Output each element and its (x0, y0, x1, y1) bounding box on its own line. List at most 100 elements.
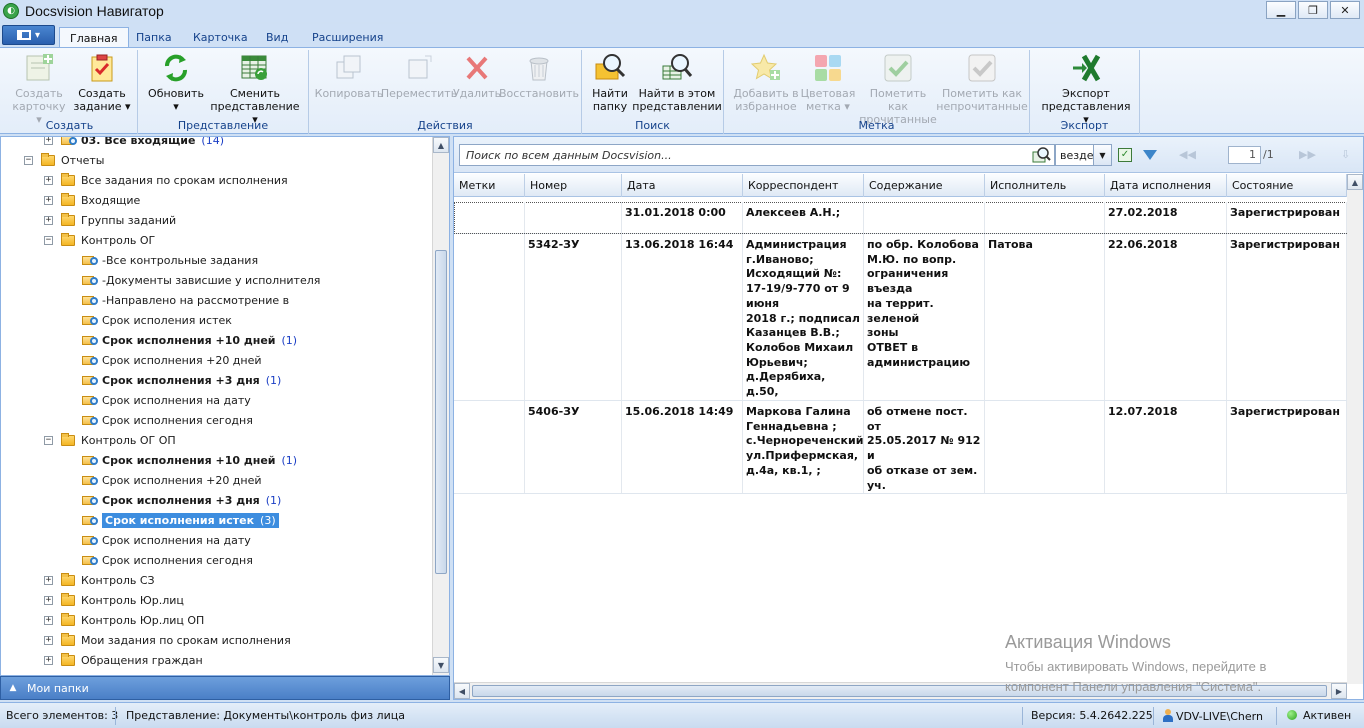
tree-item[interactable]: − Отчеты (24, 151, 104, 169)
expand-icon[interactable]: + (44, 655, 53, 665)
tree-item[interactable]: Срок исполнения истек (3) (82, 511, 279, 529)
move-button[interactable]: Переместить (381, 52, 457, 100)
close-button[interactable]: ✕ (1330, 1, 1360, 19)
apply-filter-icon[interactable]: ✓ (1118, 148, 1132, 162)
copy-button[interactable]: Копировать (315, 52, 383, 100)
tab-extensions[interactable]: Расширения (302, 27, 393, 48)
search-icon[interactable] (1032, 146, 1051, 164)
add-favorite-button[interactable]: Добавить в избранное (732, 52, 800, 113)
tree-item[interactable]: Срок исполнения +3 дня (1) (82, 371, 281, 389)
scroll-right-icon[interactable]: ▶ (1331, 683, 1347, 699)
tree-item[interactable]: -Все контрольные задания (82, 251, 258, 269)
tree-scroll-thumb[interactable] (435, 250, 447, 574)
tree-item[interactable]: − Контроль ОГ ОП (44, 431, 176, 449)
tree-item[interactable]: Срок исполнения на дату (82, 531, 251, 549)
create-card-button[interactable]: Создать карточку ▾ (10, 52, 68, 126)
mark-unread-icon (966, 52, 998, 84)
scroll-down-arrow-icon[interactable]: ▼ (433, 657, 449, 673)
search-input[interactable]: Поиск по всем данным Docsvision... (459, 144, 1055, 166)
next-page-icon[interactable]: ▶▶ (1299, 148, 1316, 161)
column-content[interactable]: Содержание (864, 174, 985, 197)
tree-item[interactable]: Срок исполнения сегодня (82, 411, 253, 429)
column-correspondent[interactable]: Корреспондент (743, 174, 864, 197)
chevron-down-icon[interactable]: ▼ (1093, 145, 1111, 165)
tree-item[interactable]: + Контроль Юр.лиц ОП (44, 611, 204, 629)
tree-item[interactable]: Срок исполнения сегодня (82, 551, 253, 569)
tree-item[interactable]: − Контроль ОГ (44, 231, 155, 249)
tree-item[interactable]: Срок исполнения на дату (82, 391, 251, 409)
tree-item-label: Контроль ОГ ОП (81, 433, 176, 447)
table-row[interactable]: 31.01.2018 0:00 Алексеев А.Н.; 27.02.2018 З… (454, 202, 1347, 234)
column-state[interactable]: Состояние (1227, 174, 1347, 197)
search-scope-select[interactable]: везде ▼ (1055, 144, 1112, 166)
minimize-button[interactable]: ▁ (1266, 1, 1296, 19)
create-task-button[interactable]: Создать задание ▾ (72, 52, 132, 113)
restore-item-button[interactable]: Восстановить (499, 52, 579, 100)
expand-icon[interactable]: + (44, 175, 53, 185)
column-executor[interactable]: Исполнитель (985, 174, 1105, 197)
tree-item[interactable]: + Входящие (44, 191, 140, 209)
tree-item-text: Срок исполнения +10 дней (1) (102, 334, 297, 347)
tree-item[interactable]: Срок исполения истек (82, 311, 232, 329)
restore-button[interactable]: ❐ (1298, 1, 1328, 19)
tree-scrollbar[interactable]: ▲ ▼ (432, 137, 449, 675)
tree-item[interactable]: + Обращения граждан (44, 651, 203, 669)
tree-item[interactable]: + Мои задания по срокам исполнения (44, 631, 291, 649)
change-view-button[interactable]: Сменить представление ▾ (208, 52, 302, 126)
column-marks[interactable]: Метки (454, 174, 525, 197)
app-menu-button[interactable]: ▾ (2, 25, 55, 45)
tab-folder[interactable]: Папка (126, 27, 182, 48)
delete-button[interactable]: Удалить (453, 52, 501, 100)
collapse-icon[interactable]: − (24, 155, 33, 165)
ribbon: Создать карточку ▾ Создать задание ▾ Соз… (0, 47, 1364, 134)
cell-due-date: 22.06.2018 (1105, 234, 1227, 400)
tree-item[interactable]: + Контроль Юр.лиц (44, 591, 184, 609)
tree-item[interactable]: Срок исполнения +3 дня (1) (82, 491, 281, 509)
column-number[interactable]: Номер (525, 174, 622, 197)
tab-view[interactable]: Вид (256, 27, 298, 48)
last-page-icon[interactable]: ⇩ (1341, 148, 1350, 161)
expand-up-icon[interactable]: ▲ (5, 680, 21, 696)
tree-item[interactable]: + Контроль СЗ (44, 571, 155, 589)
export-view-button[interactable]: Экспорт представления ▾ (1040, 52, 1132, 126)
mark-unread-button[interactable]: Пометить как непрочитанные (936, 52, 1028, 113)
collapse-icon[interactable]: − (44, 235, 53, 245)
page-number-input[interactable]: 1 (1228, 146, 1261, 164)
column-date[interactable]: Дата (622, 174, 743, 197)
expand-icon[interactable]: + (44, 215, 53, 225)
find-in-view-button[interactable]: Найти в этом представлении (632, 52, 722, 113)
grid-scroll-up-icon[interactable]: ▲ (1347, 174, 1363, 190)
table-row[interactable]: 5406-ЗУ 15.06.2018 14:49 Маркова Галина Ген… (454, 401, 1347, 494)
tree-item[interactable]: Срок исполнения +10 дней (1) (82, 451, 297, 469)
tab-card[interactable]: Карточка (183, 27, 258, 48)
expand-icon[interactable]: + (44, 137, 53, 145)
grid-scrollbar[interactable]: ▲ (1347, 174, 1363, 684)
tree-item[interactable]: Срок исполнения +10 дней (1) (82, 331, 297, 349)
tree-item[interactable]: Срок исполнения +20 дней (82, 471, 262, 489)
my-folders-bar[interactable]: ▲ Мои папки (0, 676, 450, 700)
expand-icon[interactable]: + (44, 635, 53, 645)
tree-item[interactable]: Срок исполнения +20 дней (82, 351, 262, 369)
expand-icon[interactable]: + (44, 595, 53, 605)
tree-item[interactable]: + Группы заданий (44, 211, 176, 229)
tree-item[interactable]: -Направлено на рассмотрение в (82, 291, 289, 309)
tree-item[interactable]: + Все задания по срокам исполнения (44, 171, 288, 189)
column-due-date[interactable]: Дата исполнения (1105, 174, 1227, 197)
scroll-up-arrow-icon[interactable]: ▲ (433, 137, 449, 153)
mark-read-icon (882, 52, 914, 84)
find-folder-button[interactable]: Найти папку (588, 52, 632, 113)
filter-funnel-icon[interactable] (1143, 150, 1157, 160)
scroll-left-icon[interactable]: ◀ (454, 683, 470, 699)
tree-item[interactable]: +03. Все входящие (14) (44, 137, 224, 149)
table-row[interactable]: 5342-ЗУ 13.06.2018 16:44 Администрация г.Ив… (454, 234, 1347, 401)
color-mark-button[interactable]: Цветовая метка ▾ (800, 52, 856, 113)
tab-home[interactable]: Главная (59, 27, 129, 48)
expand-icon[interactable]: + (44, 575, 53, 585)
mark-read-button[interactable]: Пометить как прочитанные (858, 52, 938, 126)
collapse-icon[interactable]: − (44, 435, 53, 445)
refresh-button[interactable]: Обновить ▾ (146, 52, 206, 113)
expand-icon[interactable]: + (44, 195, 53, 205)
expand-icon[interactable]: + (44, 615, 53, 625)
first-page-icon[interactable]: ◀◀ (1179, 148, 1196, 161)
tree-item[interactable]: -Документы зависшие у исполнителя (82, 271, 320, 289)
